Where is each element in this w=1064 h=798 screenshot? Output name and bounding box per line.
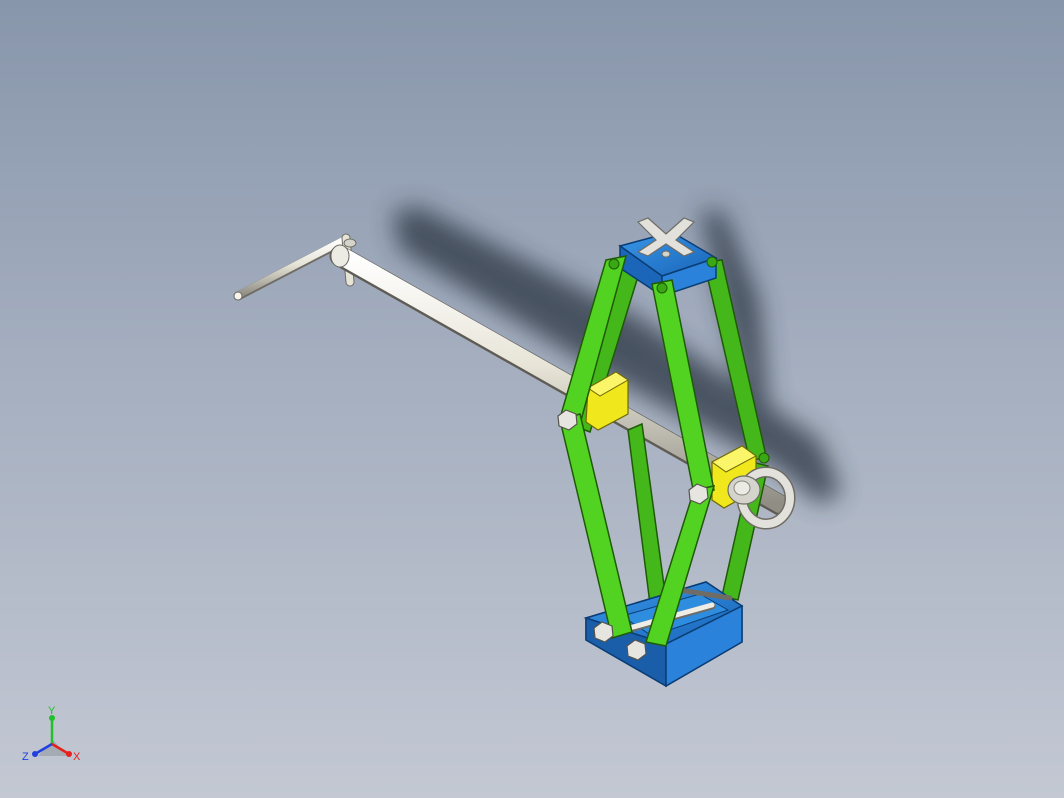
scissor-arm-back-lower-left[interactable] <box>627 422 667 605</box>
view-orientation-triad[interactable]: Y X Z <box>18 700 88 770</box>
scissor-jack-model[interactable] <box>0 0 1064 798</box>
model-shadow <box>392 206 842 505</box>
triad-graphic: Y X Z <box>22 705 81 763</box>
triad-y-label: Y <box>48 705 56 717</box>
scissor-arm-front-lower-left[interactable] <box>559 413 633 639</box>
pivot-pin-top-right <box>706 256 718 268</box>
saddle-pad <box>636 217 696 258</box>
graphics-viewport[interactable]: Y X Z <box>0 0 1064 798</box>
triad-z-label: Z <box>22 751 29 763</box>
triad-x-label: X <box>73 751 81 763</box>
pivot-pin-right-nut <box>758 452 770 464</box>
